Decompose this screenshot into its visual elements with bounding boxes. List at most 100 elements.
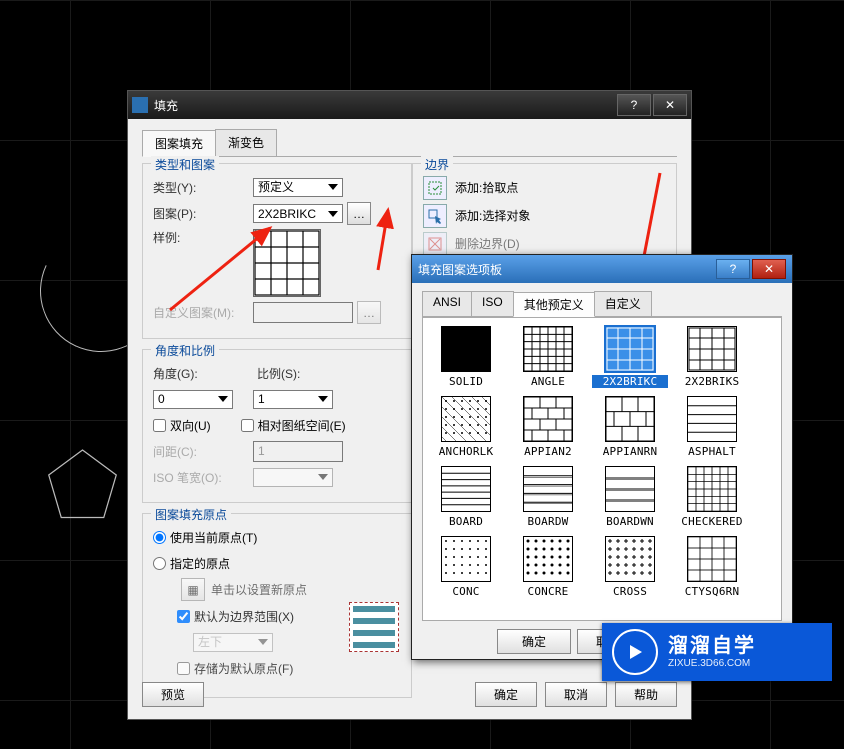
palette-titlebar: 填充图案选项板 ? ✕ <box>412 255 792 283</box>
pattern-item-checkered[interactable]: CHECKERED <box>674 466 750 528</box>
select-objects-label[interactable]: 添加:选择对象 <box>455 206 530 226</box>
palette-tab-custom[interactable]: 自定义 <box>594 291 652 316</box>
pattern-swatch <box>605 396 655 442</box>
rel-paper-checkbox[interactable] <box>241 419 254 432</box>
angle-label: 角度(G): <box>153 365 253 382</box>
pattern-label: SOLID <box>428 375 504 388</box>
pattern-label: CONC <box>428 585 504 598</box>
pattern-swatch <box>687 536 737 582</box>
pattern-label: ANGLE <box>510 375 586 388</box>
help-button[interactable]: 帮助 <box>615 682 677 707</box>
origin-use-current-radio[interactable] <box>153 531 166 544</box>
origin-pick-button: ▦ <box>181 578 205 601</box>
pattern-label: ASPHALT <box>674 445 750 458</box>
hatch-pattern-palette: 填充图案选项板 ? ✕ ANSI ISO 其他预定义 自定义 SOLID ANGL… <box>411 254 793 660</box>
palette-title: 填充图案选项板 <box>418 261 714 278</box>
pattern-swatch <box>605 536 655 582</box>
pattern-label: 2X2BRIKC <box>592 375 668 388</box>
ok-button[interactable]: 确定 <box>475 682 537 707</box>
app-icon <box>132 97 148 113</box>
preview-button[interactable]: 预览 <box>142 682 204 707</box>
angle-select[interactable]: 0 <box>153 390 233 409</box>
pattern-swatch <box>441 536 491 582</box>
group-origin: 图案填充原点 使用当前原点(T) 指定的原点 ▦ 单击以设置新原点 默认为边界范… <box>142 513 412 698</box>
pattern-item-board[interactable]: BOARD <box>428 466 504 528</box>
pattern-browse-button[interactable]: … <box>347 202 371 225</box>
pattern-grid[interactable]: SOLIDANGLE2X2BRIKC2X2BRIKSANCHORLKAPPIAN… <box>422 317 782 621</box>
pattern-item-2x2briks[interactable]: 2X2BRIKS <box>674 326 750 388</box>
pattern-swatch <box>523 326 573 372</box>
pattern-label: BOARD <box>428 515 504 528</box>
pattern-item-appian2[interactable]: APPIAN2 <box>510 396 586 458</box>
pattern-label: 图案(P): <box>153 205 253 222</box>
pattern-item-asphalt[interactable]: ASPHALT <box>674 396 750 458</box>
tab-pattern-fill[interactable]: 图案填充 <box>142 130 216 157</box>
iso-pen-label: ISO 笔宽(O): <box>153 469 253 486</box>
pattern-swatch <box>605 326 655 372</box>
select-objects-icon[interactable] <box>423 204 447 228</box>
delete-boundary-icon <box>423 232 447 256</box>
type-select[interactable]: 预定义 <box>253 178 343 197</box>
help-button-titlebar[interactable]: ? <box>617 94 651 116</box>
dialog-title: 填充 <box>154 97 615 114</box>
palette-tab-other[interactable]: 其他预定义 <box>513 292 595 317</box>
pattern-item-concre[interactable]: CONCRE <box>510 536 586 598</box>
pattern-swatch <box>441 466 491 512</box>
spacing-input <box>253 441 343 462</box>
pattern-label: CROSS <box>592 585 668 598</box>
close-button[interactable]: ✕ <box>653 94 687 116</box>
tab-gradient[interactable]: 渐变色 <box>215 129 277 156</box>
pattern-item-ctysq6rn[interactable]: CTYSQ6RN <box>674 536 750 598</box>
scale-label: 比例(S): <box>257 365 357 382</box>
origin-specified-radio[interactable] <box>153 557 166 570</box>
pattern-item-appianrn[interactable]: APPIANRN <box>592 396 668 458</box>
pattern-swatch <box>687 326 737 372</box>
play-icon <box>612 629 658 675</box>
pattern-swatch <box>441 326 491 372</box>
palette-tabs: ANSI ISO 其他预定义 自定义 <box>422 291 782 317</box>
bidirectional-checkbox[interactable] <box>153 419 166 432</box>
origin-position-select: 左下 <box>193 633 273 652</box>
pattern-item-2x2brikc[interactable]: 2X2BRIKC <box>592 326 668 388</box>
palette-tab-ansi[interactable]: ANSI <box>422 291 472 316</box>
origin-store-default-checkbox[interactable] <box>177 662 190 675</box>
sketch-polygon <box>45 445 120 525</box>
group-type-pattern: 类型和图案 类型(Y): 预定义 图案(P): 2X2BRIKC … 样例: <box>142 163 412 339</box>
pick-points-label[interactable]: 添加:拾取点 <box>455 178 518 198</box>
main-tabs: 图案填充 渐变色 <box>142 129 677 157</box>
cancel-button[interactable]: 取消 <box>545 682 607 707</box>
spacing-label: 间距(C): <box>153 443 253 460</box>
pattern-label: CTYSQ6RN <box>674 585 750 598</box>
group-title: 类型和图案 <box>151 156 219 173</box>
pattern-label: BOARDW <box>510 515 586 528</box>
pattern-item-anchorlk[interactable]: ANCHORLK <box>428 396 504 458</box>
pattern-label: BOARDWN <box>592 515 668 528</box>
origin-preview <box>349 602 399 652</box>
pattern-item-cross[interactable]: CROSS <box>592 536 668 598</box>
palette-tab-iso[interactable]: ISO <box>471 291 514 316</box>
scale-select[interactable]: 1 <box>253 390 333 409</box>
pattern-swatch <box>523 396 573 442</box>
palette-help-button[interactable]: ? <box>716 259 750 279</box>
pattern-item-solid[interactable]: SOLID <box>428 326 504 388</box>
group-title: 图案填充原点 <box>151 506 231 523</box>
brand-url: ZIXUE.3D66.COM <box>668 658 822 670</box>
titlebar: 填充 ? ✕ <box>128 91 691 119</box>
pick-points-icon[interactable] <box>423 176 447 200</box>
pattern-label: APPIANRN <box>592 445 668 458</box>
pattern-swatch <box>523 466 573 512</box>
pattern-select[interactable]: 2X2BRIKC <box>253 204 343 223</box>
pattern-item-angle[interactable]: ANGLE <box>510 326 586 388</box>
pattern-item-conc[interactable]: CONC <box>428 536 504 598</box>
custom-pattern-browse: … <box>357 301 381 324</box>
origin-default-boundary-checkbox[interactable] <box>177 610 190 623</box>
pattern-label: CONCRE <box>510 585 586 598</box>
palette-ok-button[interactable]: 确定 <box>497 629 571 654</box>
pattern-item-boardwn[interactable]: BOARDWN <box>592 466 668 528</box>
sample-swatch[interactable] <box>253 229 321 297</box>
pattern-swatch <box>687 466 737 512</box>
sample-label: 样例: <box>153 229 253 246</box>
palette-close-button[interactable]: ✕ <box>752 259 786 279</box>
pattern-item-boardw[interactable]: BOARDW <box>510 466 586 528</box>
group-title: 边界 <box>421 156 453 173</box>
